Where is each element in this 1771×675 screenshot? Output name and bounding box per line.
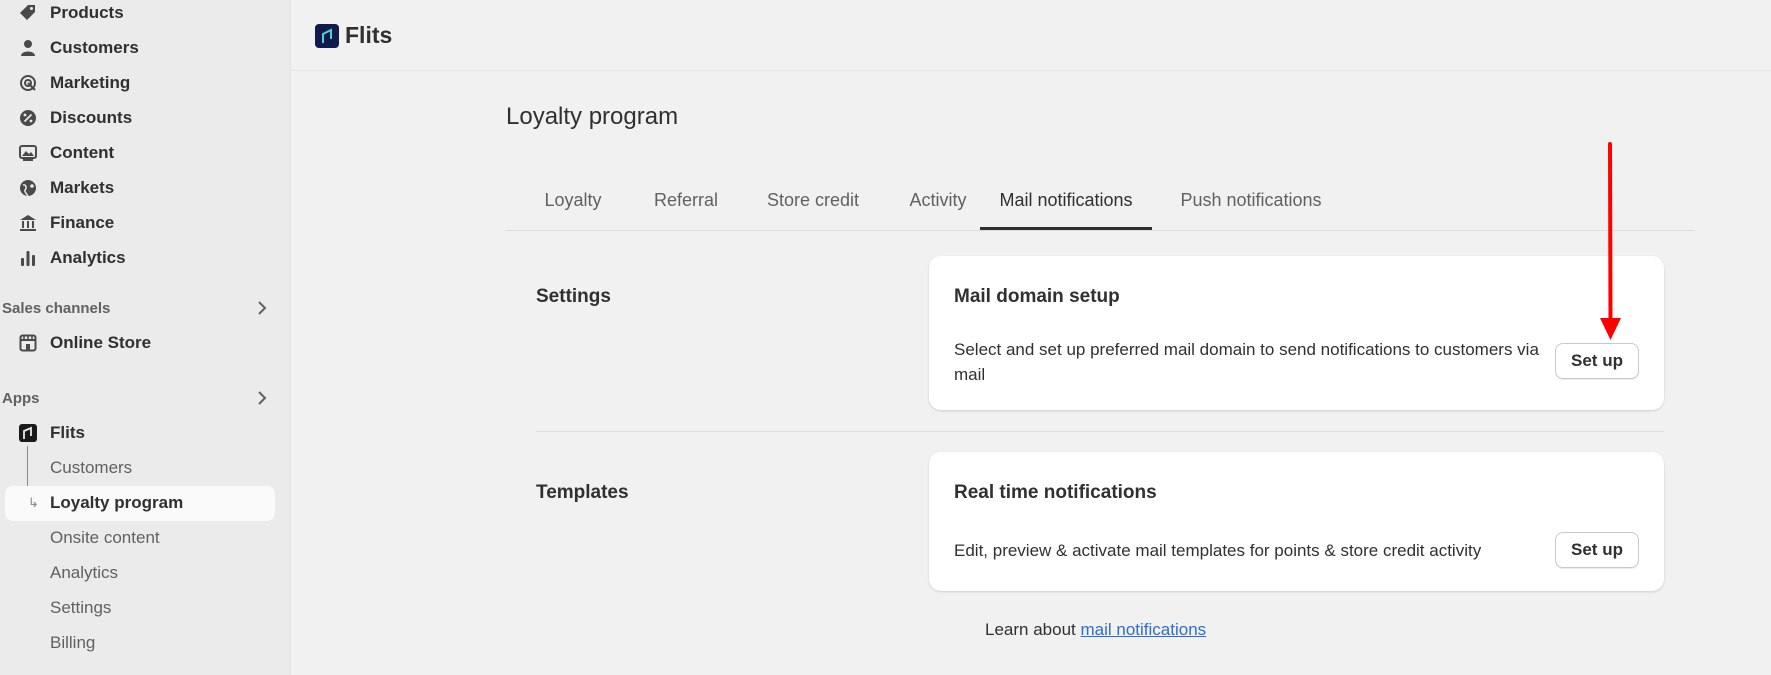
sidebar-item-analytics[interactable]: Analytics xyxy=(0,241,290,274)
tab-loyalty[interactable]: Loyalty xyxy=(526,168,620,230)
sidebar-item-discounts[interactable]: Discounts xyxy=(0,101,290,134)
sidebar-item-label: Customers xyxy=(50,37,139,57)
bank-icon xyxy=(18,213,38,233)
tab-activity[interactable]: Activity xyxy=(888,168,988,230)
sidebar-subitem-label: Customers xyxy=(50,457,133,477)
tab-bar: Loyalty Referral Store credit Activity M… xyxy=(506,168,1694,231)
sidebar-subitem-analytics[interactable]: Analytics xyxy=(50,556,118,589)
tab-label: Referral xyxy=(653,190,719,210)
sidebar-item-label: Discounts xyxy=(50,107,133,127)
app-header: Flits xyxy=(291,0,1771,71)
tab-label: Loyalty xyxy=(544,190,602,210)
apps-header[interactable]: Apps xyxy=(0,384,290,412)
sidebar-item-label: Online Store xyxy=(50,332,152,352)
mail-domain-setup-button[interactable]: Set up xyxy=(1555,343,1639,379)
card-title: Mail domain setup xyxy=(954,286,1120,307)
content-icon xyxy=(18,143,38,163)
sidebar-subitem-label: Settings xyxy=(50,597,112,617)
tab-label: Store credit xyxy=(766,190,860,210)
mail-domain-setup-card: Mail domain setup Select and set up pref… xyxy=(929,256,1664,410)
discount-icon xyxy=(18,108,38,128)
card-description: Select and set up preferred mail domain … xyxy=(954,340,1539,384)
globe-icon xyxy=(18,178,38,198)
sidebar-item-label: Analytics xyxy=(50,247,126,267)
sales-channels-header[interactable]: Sales channels xyxy=(0,294,290,322)
target-icon xyxy=(18,73,38,93)
sidebar-item-marketing[interactable]: Marketing xyxy=(0,66,290,99)
card-description: Edit, preview & activate mail templates … xyxy=(954,541,1482,560)
sidebar-item-label: Content xyxy=(50,142,115,162)
sidebar-item-label: Finance xyxy=(50,212,115,232)
sidebar-item-products[interactable]: Products xyxy=(0,0,290,29)
section-label-templates: Templates xyxy=(536,482,629,503)
sales-channels-label: Sales channels xyxy=(2,299,111,317)
tab-store-credit[interactable]: Store credit xyxy=(748,168,878,230)
sidebar-item-finance[interactable]: Finance xyxy=(0,206,290,239)
sidebar-subitem-onsite-content[interactable]: Onsite content xyxy=(50,521,160,554)
card-title: Real time notifications xyxy=(954,482,1157,503)
sidebar-subitem-billing[interactable]: Billing xyxy=(50,626,95,659)
sidebar-item-customers[interactable]: Customers xyxy=(0,31,290,64)
store-icon xyxy=(18,333,38,353)
tab-label: Mail notifications xyxy=(999,190,1133,210)
sidebar-item-label: Markets xyxy=(50,177,115,197)
tag-icon xyxy=(18,3,38,23)
sidebar-item-content[interactable]: Content xyxy=(0,136,290,169)
sidebar: Products Customers Marketing Discounts C… xyxy=(0,0,291,675)
sidebar-subitem-label: Onsite content xyxy=(50,527,160,547)
tree-arrow-icon: ↳ xyxy=(28,495,39,510)
annotation-arrow-icon xyxy=(1600,142,1621,340)
sidebar-item-label: Products xyxy=(50,2,124,22)
bar-chart-icon xyxy=(18,248,38,268)
sidebar-item-label: Marketing xyxy=(50,72,131,92)
sidebar-subitem-customers[interactable]: Customers xyxy=(50,451,132,484)
tab-label: Activity xyxy=(909,190,967,210)
sidebar-item-markets[interactable]: Markets xyxy=(0,171,290,204)
real-time-notifications-card: Real time notifications Edit, preview & … xyxy=(929,452,1664,591)
flits-app-icon xyxy=(18,423,38,443)
chevron-right-icon[interactable] xyxy=(256,298,268,322)
sidebar-item-flits[interactable]: Flits xyxy=(0,416,290,449)
tab-label: Push notifications xyxy=(1180,190,1322,210)
sidebar-item-label: Flits xyxy=(50,422,85,442)
apps-label: Apps xyxy=(2,389,40,407)
tab-push-notifications[interactable]: Push notifications xyxy=(1166,168,1336,230)
section-divider xyxy=(536,431,1664,432)
tab-referral[interactable]: Referral xyxy=(636,168,736,230)
tab-mail-notifications[interactable]: Mail notifications xyxy=(980,168,1152,230)
sidebar-subitem-label: Loyalty program xyxy=(50,492,184,512)
sidebar-subitem-label: Billing xyxy=(50,632,96,652)
app-title: Flits xyxy=(345,22,393,48)
sidebar-subitem-settings[interactable]: Settings xyxy=(50,591,111,624)
page-title: Loyalty program xyxy=(506,103,679,130)
sidebar-subitem-loyalty-program[interactable]: Loyalty program xyxy=(50,486,183,519)
chevron-right-icon[interactable] xyxy=(256,388,268,412)
learn-prefix: Learn about xyxy=(985,620,1076,639)
sidebar-item-online-store[interactable]: Online Store xyxy=(0,326,290,359)
section-label-settings: Settings xyxy=(536,286,611,307)
sidebar-subitem-label: Analytics xyxy=(50,562,119,582)
real-time-notifications-setup-button[interactable]: Set up xyxy=(1555,532,1639,568)
person-icon xyxy=(18,38,38,58)
flits-logo-icon xyxy=(315,24,339,48)
mail-notifications-link[interactable]: mail notifications xyxy=(1080,620,1206,639)
learn-more-text: Learn about mail notifications xyxy=(985,620,1206,640)
